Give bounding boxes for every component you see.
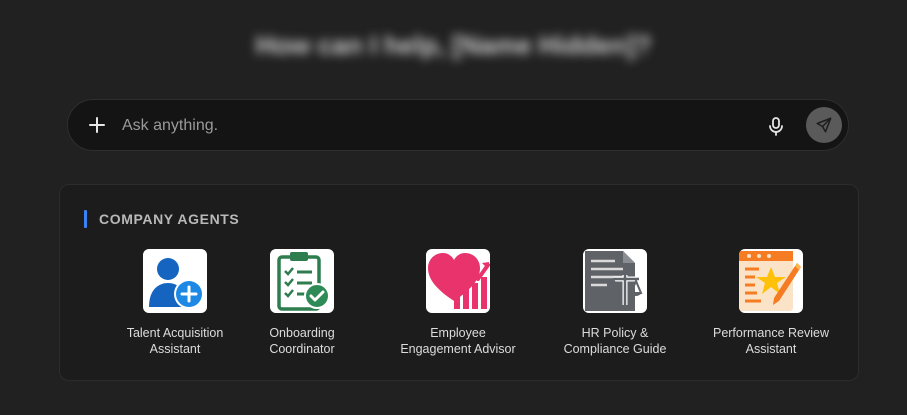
clipboard-check-icon [270,249,334,313]
chat-bar [67,99,849,151]
agent-name: Performance Review Assistant [712,326,829,356]
chat-input[interactable] [120,110,744,142]
section-title: COMPANY AGENTS [99,211,240,227]
agent-onboarding-coordinator[interactable]: Onboarding Coordinator [224,249,380,357]
plus-icon[interactable] [86,114,108,136]
agent-employee-engagement[interactable]: Employee Engagement Advisor [380,249,536,357]
agent-performance-review[interactable]: Performance Review Assistant [693,249,849,357]
agent-name: Employee Engagement Advisor [400,326,516,356]
send-button[interactable] [806,107,842,143]
agent-name: HR Policy & Compliance Guide [563,326,667,356]
heart-growth-icon [426,249,490,313]
agent-hr-policy[interactable]: HR Policy & Compliance Guide [537,249,693,357]
company-agents-panel: COMPANY AGENTS Talent Acquisition Assist… [59,184,859,381]
star-review-icon [739,249,803,313]
user-add-icon [143,249,207,313]
accent-bar [84,210,87,228]
agent-name: Onboarding Coordinator [269,326,335,356]
greeting-heading: How can I help, [Name Hidden]? [255,30,652,60]
scales-document-icon [583,249,647,313]
microphone-icon[interactable] [765,115,787,137]
send-icon [816,117,832,133]
section-header: COMPANY AGENTS [84,209,239,229]
